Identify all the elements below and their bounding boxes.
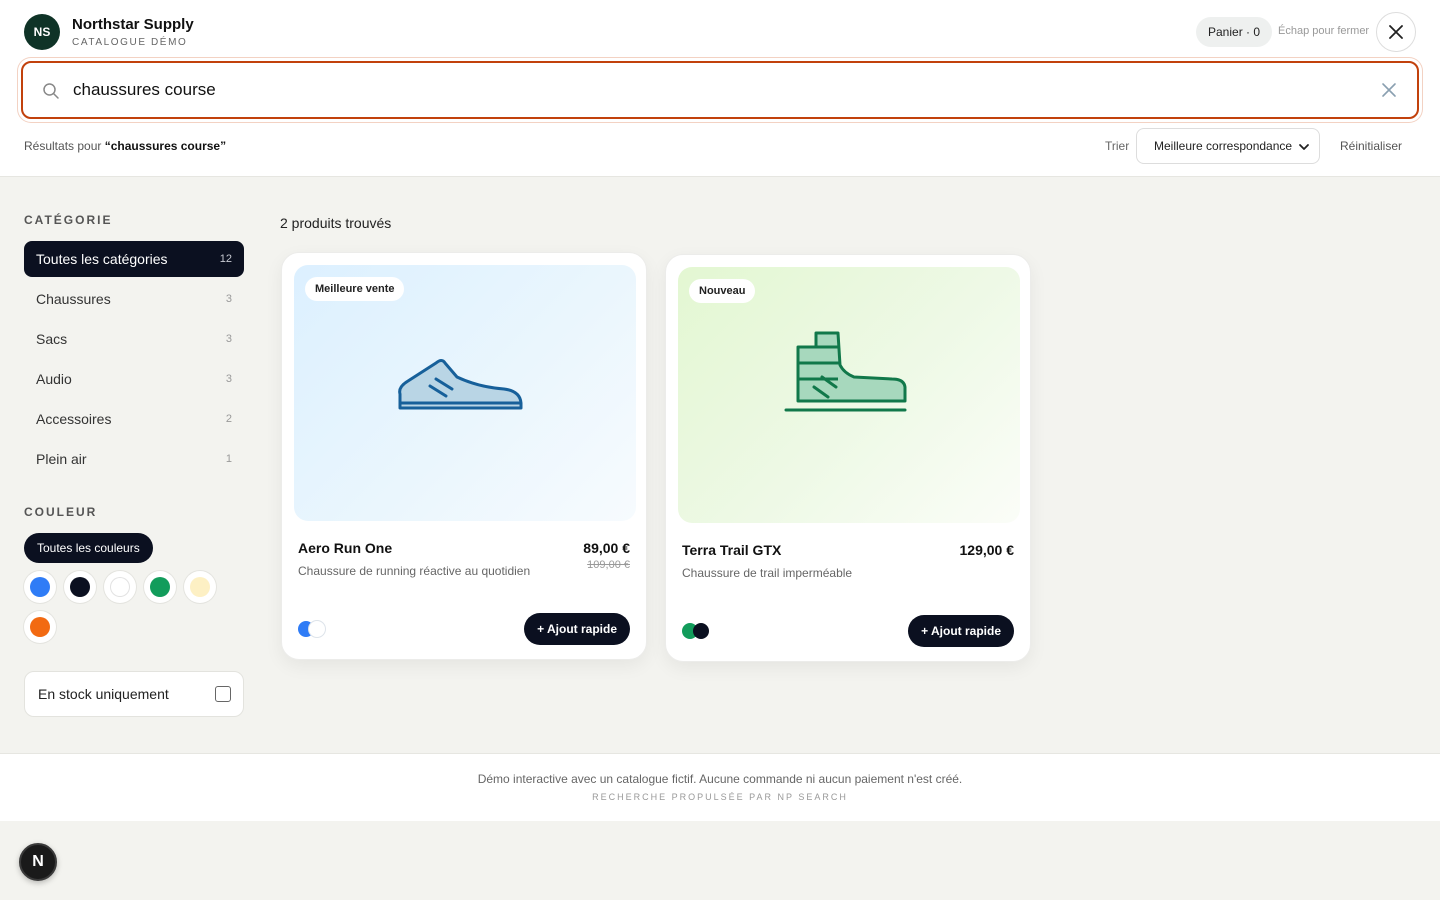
- product-description: Chaussure de running réactive au quotidi…: [298, 564, 531, 578]
- product-old-price: 109,00 €: [587, 559, 630, 571]
- search-overlay-header: NS Northstar Supply CATALOGUE DÉMO Panie…: [0, 0, 1440, 177]
- swatch-fill: [30, 617, 50, 637]
- product-price: 89,00 €: [583, 540, 630, 556]
- quick-add-button[interactable]: + Ajout rapide: [908, 615, 1014, 647]
- brand-name: Northstar Supply: [72, 16, 194, 33]
- assistant-button[interactable]: N: [19, 843, 57, 881]
- product-image: Nouveau: [678, 267, 1020, 523]
- swatch-fill: [110, 577, 130, 597]
- product-image: Meilleure vente: [294, 265, 636, 521]
- brand-logo: NS: [24, 14, 60, 50]
- category-label: Plein air: [36, 451, 87, 467]
- clear-search-icon[interactable]: [1381, 82, 1397, 98]
- swatch-fill: [30, 577, 50, 597]
- product-description: Chaussure de trail imperméable: [682, 566, 853, 580]
- category-item-sacs[interactable]: Sacs 3: [24, 321, 244, 357]
- category-count: 2: [225, 413, 232, 425]
- category-item-chaussures[interactable]: Chaussures 3: [24, 281, 244, 317]
- product-badge: Meilleure vente: [305, 277, 405, 301]
- running-shoe-icon: [398, 359, 523, 410]
- swatch-fill: [70, 577, 90, 597]
- in-stock-toggle[interactable]: En stock uniquement: [24, 671, 244, 717]
- sort-select[interactable]: Meilleure correspondance: [1136, 128, 1320, 164]
- sort-selected-value: Meilleure correspondance: [1154, 139, 1293, 153]
- results-prefix: Résultats pour: [24, 139, 105, 153]
- category-label: Sacs: [36, 331, 68, 347]
- trail-boot-icon: [784, 331, 907, 412]
- results-query: “chaussures course”: [104, 139, 227, 153]
- color-swatch-orange[interactable]: [24, 611, 56, 643]
- search-icon: [43, 83, 59, 99]
- brand: NS Northstar Supply CATALOGUE DÉMO: [24, 14, 194, 50]
- color-heading: COULEUR: [24, 505, 98, 519]
- category-count: 12: [219, 253, 232, 265]
- brand-subtitle: CATALOGUE DÉMO: [72, 37, 188, 48]
- category-item-plein-air[interactable]: Plein air 1: [24, 441, 244, 477]
- chevron-down-icon: [1299, 144, 1309, 150]
- category-heading: CATÉGORIE: [24, 213, 113, 227]
- escape-hint: Échap pour fermer: [1278, 25, 1370, 37]
- category-item-accessoires[interactable]: Accessoires 2: [24, 401, 244, 437]
- quick-add-button[interactable]: + Ajout rapide: [524, 613, 630, 645]
- category-item-all[interactable]: Toutes les catégories 12: [24, 241, 244, 277]
- swatch-fill: [190, 577, 210, 597]
- category-label: Chaussures: [36, 291, 111, 307]
- product-card[interactable]: Nouveau Terra Trail GTX Chaussure de tra…: [665, 254, 1031, 662]
- search-input[interactable]: [73, 75, 1353, 105]
- close-icon: [1389, 25, 1403, 39]
- results-summary: Résultats pour “chaussures course”: [24, 139, 226, 153]
- category-count: 3: [225, 333, 232, 345]
- cart-button[interactable]: Panier · 0: [1196, 17, 1273, 47]
- footer-powered-by: RECHERCHE PROPULSÉE PAR NP SEARCH: [592, 792, 848, 802]
- category-count: 3: [225, 373, 232, 385]
- all-colors-button[interactable]: Toutes les couleurs: [24, 533, 153, 563]
- color-swatch-cream[interactable]: [184, 571, 216, 603]
- reset-button[interactable]: Réinitialiser: [1340, 139, 1402, 153]
- category-count: 3: [225, 293, 232, 305]
- results-count: 2 produits trouvés: [280, 215, 392, 231]
- category-item-audio[interactable]: Audio 3: [24, 361, 244, 397]
- color-dot-white: [309, 621, 325, 637]
- product-name[interactable]: Terra Trail GTX: [682, 542, 781, 558]
- color-swatch-black[interactable]: [64, 571, 96, 603]
- product-badge: Nouveau: [689, 279, 756, 303]
- close-button[interactable]: [1376, 12, 1416, 52]
- color-swatch-green[interactable]: [144, 571, 176, 603]
- product-price: 129,00 €: [959, 542, 1015, 558]
- footer-note: Démo interactive avec un catalogue ficti…: [477, 772, 963, 786]
- category-label: Accessoires: [36, 411, 112, 427]
- sort-label: Trier: [1105, 139, 1130, 153]
- color-swatch-white[interactable]: [104, 571, 136, 603]
- in-stock-checkbox[interactable]: [215, 686, 231, 702]
- product-card[interactable]: Meilleure vente Aero Run One Chaussure d…: [281, 252, 647, 660]
- color-swatch-blue[interactable]: [24, 571, 56, 603]
- category-label: Audio: [36, 371, 72, 387]
- search-field[interactable]: [21, 61, 1419, 119]
- category-label: Toutes les catégories: [36, 251, 168, 267]
- product-name[interactable]: Aero Run One: [298, 540, 392, 556]
- brand-text: Northstar Supply CATALOGUE DÉMO: [72, 16, 194, 48]
- color-dot-black: [693, 623, 709, 639]
- in-stock-label: En stock uniquement: [38, 686, 169, 702]
- footer: Démo interactive avec un catalogue ficti…: [0, 753, 1440, 821]
- category-count: 1: [225, 453, 232, 465]
- swatch-fill: [150, 577, 170, 597]
